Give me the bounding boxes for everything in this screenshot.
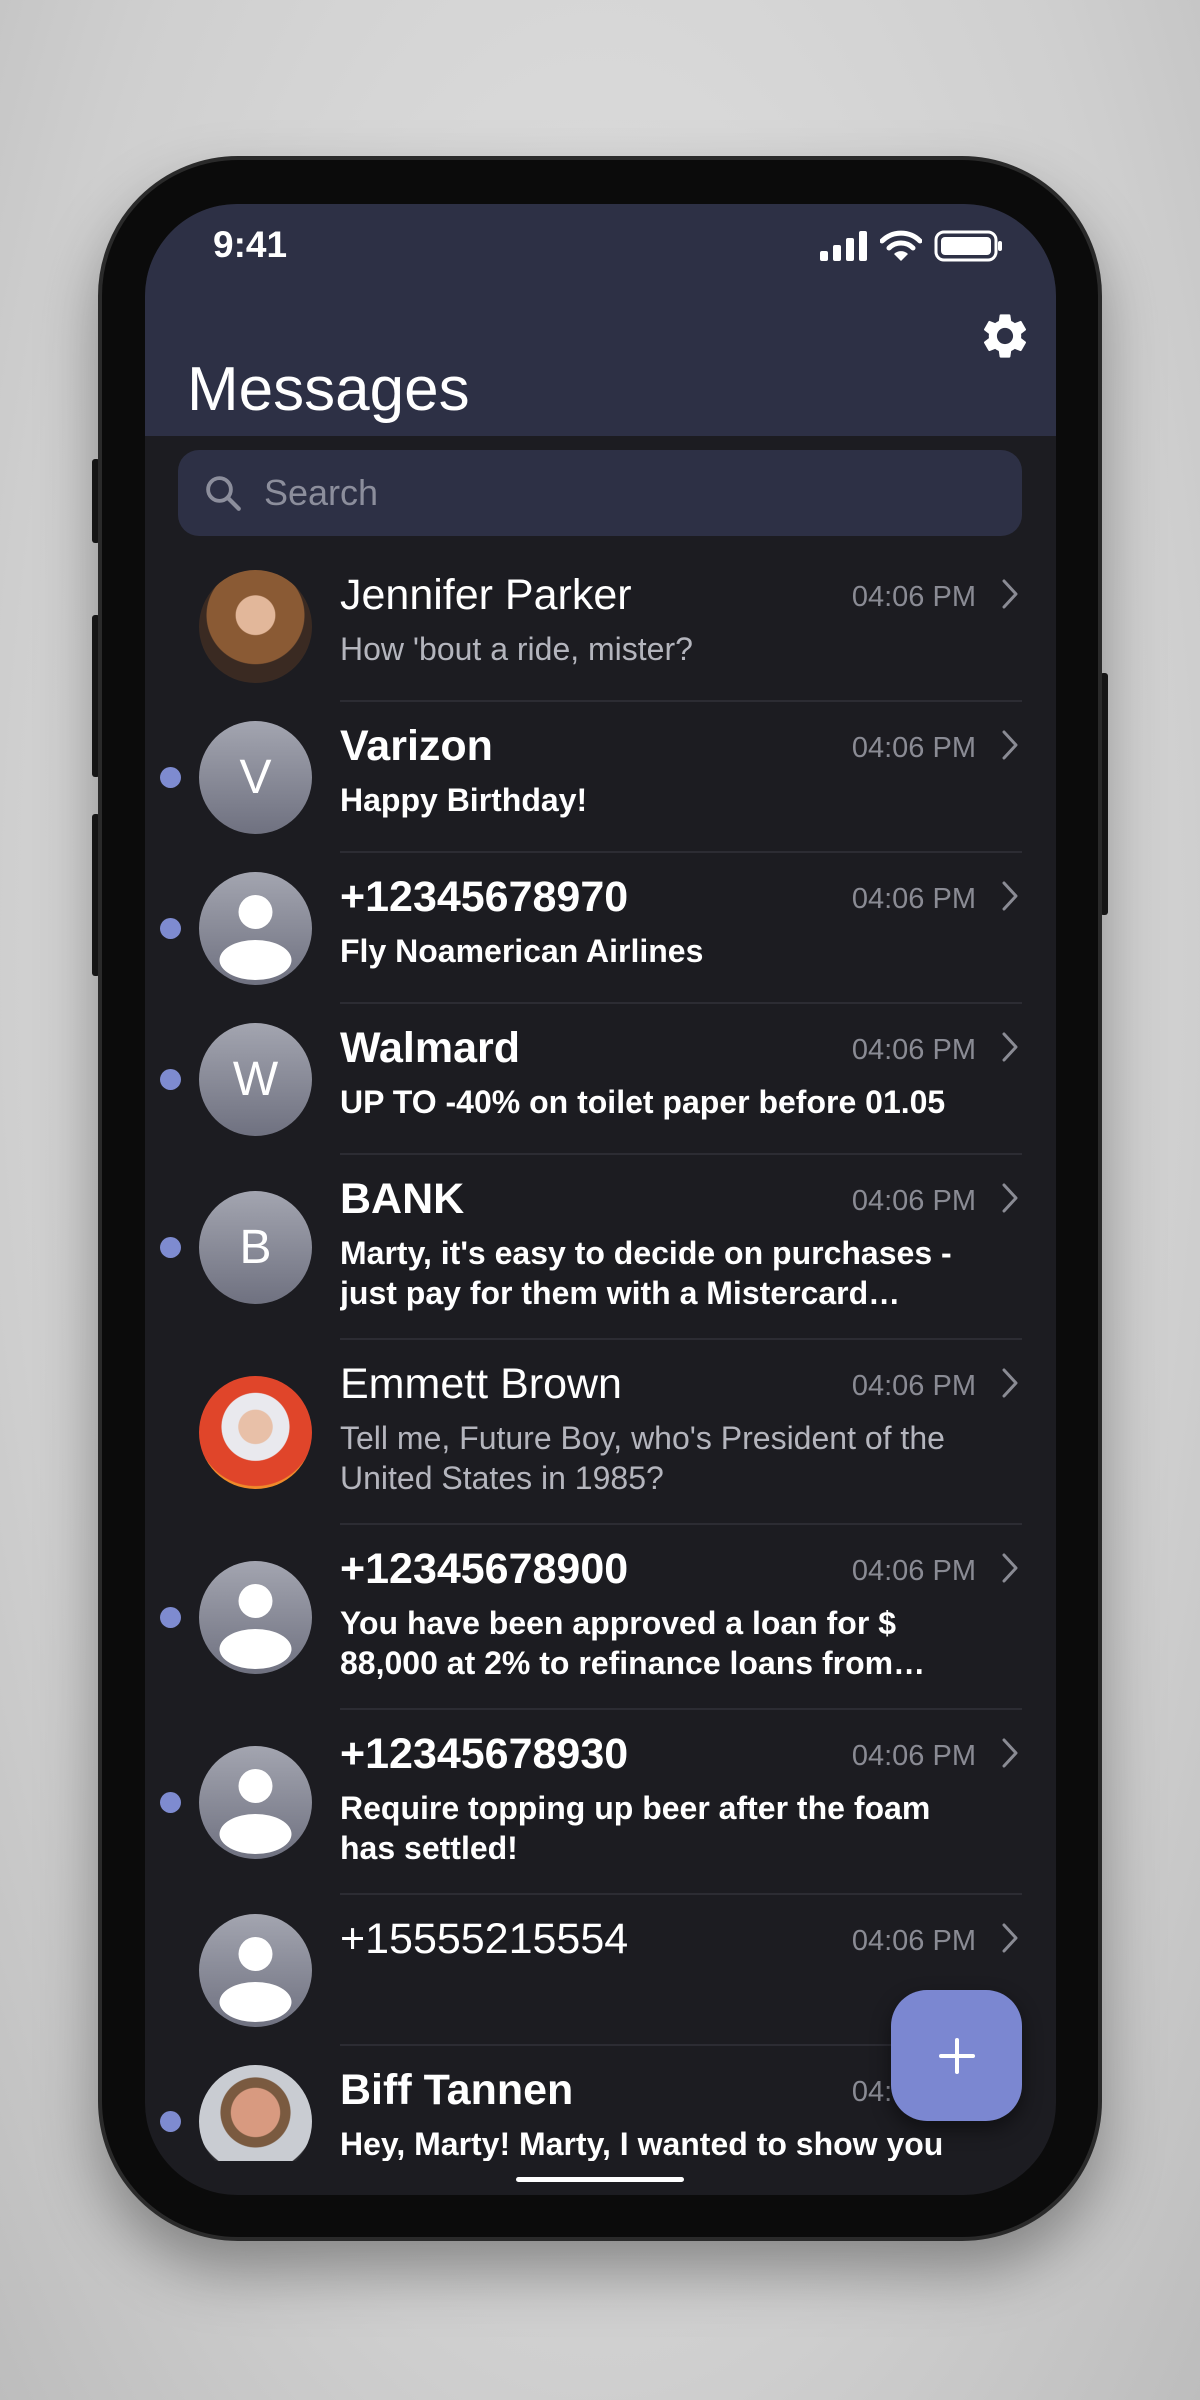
search-input[interactable] xyxy=(264,472,964,514)
avatar xyxy=(199,1914,312,2027)
conversation-content: BANK Marty, it's easy to decide on purch… xyxy=(340,1155,1022,1340)
message-time: 04:06 PM xyxy=(851,1034,976,1066)
person-icon xyxy=(219,1584,292,1669)
avatar: V xyxy=(199,721,312,834)
unread-dot xyxy=(160,1607,181,1628)
unread-dot xyxy=(160,918,181,939)
chevron-right-icon xyxy=(1002,579,1018,609)
avatar xyxy=(199,1561,312,1674)
avatar-letter: W xyxy=(232,1053,279,1106)
conversation-content: Varizon Happy Birthday! 04:06 PM xyxy=(340,702,1022,853)
message-time: 04:06 PM xyxy=(851,1370,976,1402)
avatar-photo xyxy=(199,2065,312,2161)
gear-icon[interactable] xyxy=(978,309,1032,363)
new-message-button[interactable] xyxy=(891,1990,1022,2121)
message-preview: Tell me, Future Boy, who's President of … xyxy=(340,1420,945,1496)
screen: 9:41 Messages Jennifer Parker How 'bout … xyxy=(145,204,1056,2195)
conversation-content: Jennifer Parker How 'bout a ride, mister… xyxy=(340,551,1022,702)
unread-dot xyxy=(160,1237,181,1258)
message-time: 04:06 PM xyxy=(851,883,976,915)
person-icon xyxy=(219,895,292,980)
avatar: W xyxy=(199,1023,312,1136)
chevron-right-icon xyxy=(1002,730,1018,760)
avatar: B xyxy=(199,1191,312,1304)
conversation-row[interactable]: +12345678970 Fly Noamerican Airlines 04:… xyxy=(145,853,1056,1004)
chevron-right-icon xyxy=(1002,1923,1018,1953)
unread-dot xyxy=(160,767,181,788)
conversation-row[interactable]: Emmett Brown Tell me, Future Boy, who's … xyxy=(145,1340,1056,1525)
avatar-letter: V xyxy=(239,751,272,804)
message-preview: Happy Birthday! xyxy=(340,782,588,818)
message-preview: UP TO -40% on toilet paper before 01.05 xyxy=(340,1084,946,1120)
message-preview: How 'bout a ride, mister? xyxy=(340,631,693,667)
conversation-row[interactable]: V Varizon Happy Birthday! 04:06 PM xyxy=(145,702,1056,853)
message-preview: Marty, it's easy to decide on purchases … xyxy=(340,1235,952,1311)
chevron-right-icon xyxy=(1002,1032,1018,1062)
conversation-content: +12345678900 You have been approved a lo… xyxy=(340,1525,1022,1710)
message-time: 04:06 PM xyxy=(851,1740,976,1772)
conversation-row[interactable]: W Walmard UP TO -40% on toilet paper bef… xyxy=(145,1004,1056,1155)
conversation-row[interactable]: +12345678900 You have been approved a lo… xyxy=(145,1525,1056,1710)
message-time: 04:06 PM xyxy=(851,1925,976,1957)
chevron-right-icon xyxy=(1002,1553,1018,1583)
search-icon xyxy=(206,476,241,511)
conversation-list[interactable]: Jennifer Parker How 'bout a ride, mister… xyxy=(145,551,1056,2161)
avatar-photo xyxy=(199,570,312,683)
chevron-right-icon xyxy=(1002,881,1018,911)
message-preview: Require topping up beer after the foam h… xyxy=(340,1790,931,1866)
unread-dot xyxy=(160,1792,181,1813)
unread-dot xyxy=(160,1069,181,1090)
chevron-right-icon xyxy=(1002,1183,1018,1213)
status-time: 9:41 xyxy=(213,224,288,265)
conversation-row[interactable]: +12345678930 Require topping up beer aft… xyxy=(145,1710,1056,1895)
conversation-content: +12345678970 Fly Noamerican Airlines 04:… xyxy=(340,853,1022,1004)
chevron-right-icon xyxy=(1002,1738,1018,1768)
person-icon xyxy=(219,1937,292,2022)
header: 9:41 Messages xyxy=(145,204,1056,436)
message-time: 04:06 PM xyxy=(851,732,976,764)
person-icon xyxy=(219,1769,292,1854)
chevron-right-icon xyxy=(1002,1368,1018,1398)
avatar xyxy=(199,872,312,985)
avatar-photo xyxy=(199,1376,312,1489)
message-time: 04:06 PM xyxy=(851,581,976,613)
conversation-content: Emmett Brown Tell me, Future Boy, who's … xyxy=(340,1340,1022,1525)
page-title: Messages xyxy=(187,355,470,424)
avatar-letter: B xyxy=(239,1221,272,1274)
signal-icon xyxy=(820,231,867,261)
message-time: 04:06 PM xyxy=(851,1555,976,1587)
home-indicator[interactable] xyxy=(516,2177,684,2182)
conversation-content: Walmard UP TO -40% on toilet paper befor… xyxy=(340,1004,1022,1155)
wifi-icon xyxy=(880,230,922,261)
plus-icon xyxy=(938,2037,975,2074)
battery-icon xyxy=(934,230,1002,262)
conversation-row[interactable]: Jennifer Parker How 'bout a ride, mister… xyxy=(145,551,1056,702)
conversation-content: +12345678930 Require topping up beer aft… xyxy=(340,1710,1022,1895)
message-preview: You have been approved a loan for $ 88,0… xyxy=(340,1605,896,1681)
search-bar[interactable] xyxy=(178,450,1022,536)
message-time: 04:06 PM xyxy=(851,1185,976,1217)
status-icons xyxy=(820,230,1004,262)
avatar xyxy=(199,1746,312,1859)
conversation-row[interactable]: B BANK Marty, it's easy to decide on pur… xyxy=(145,1155,1056,1340)
message-preview: Fly Noamerican Airlines xyxy=(340,933,704,969)
unread-dot xyxy=(160,2111,181,2132)
message-preview: Hey, Marty! Marty, I wanted to show you xyxy=(340,2126,944,2161)
